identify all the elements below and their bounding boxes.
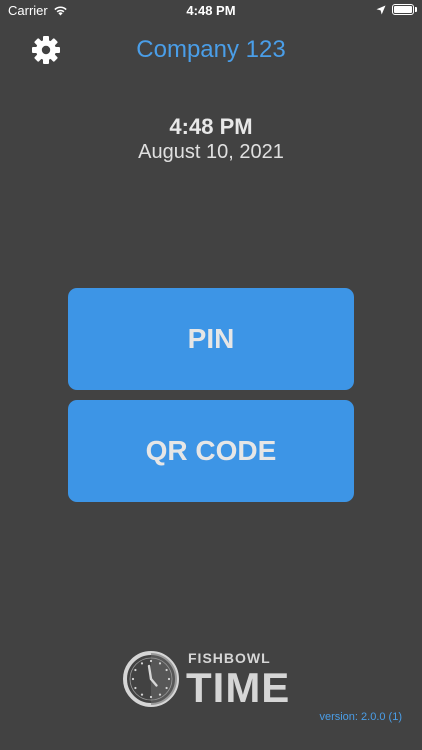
current-date: August 10, 2021 [138, 141, 284, 163]
company-title: Company 123 [136, 36, 286, 63]
pin-button[interactable]: PIN [68, 288, 354, 390]
logo-time-text: TIME [186, 664, 291, 711]
status-time: 4:48 PM [186, 3, 236, 18]
status-right [376, 4, 417, 15]
qr-code-button[interactable]: QR CODE [68, 400, 354, 502]
fishbowl-time-logo: FISHBOWL TIME [122, 646, 302, 711]
battery-icon [392, 4, 417, 15]
location-arrow-icon [376, 5, 386, 14]
status-bar: Carrier 4:48 PM [0, 0, 422, 22]
clock-logo-icon [123, 651, 179, 707]
current-time: 4:48 PM [169, 114, 253, 139]
version-label: version: 2.0.0 (1) [319, 711, 402, 723]
